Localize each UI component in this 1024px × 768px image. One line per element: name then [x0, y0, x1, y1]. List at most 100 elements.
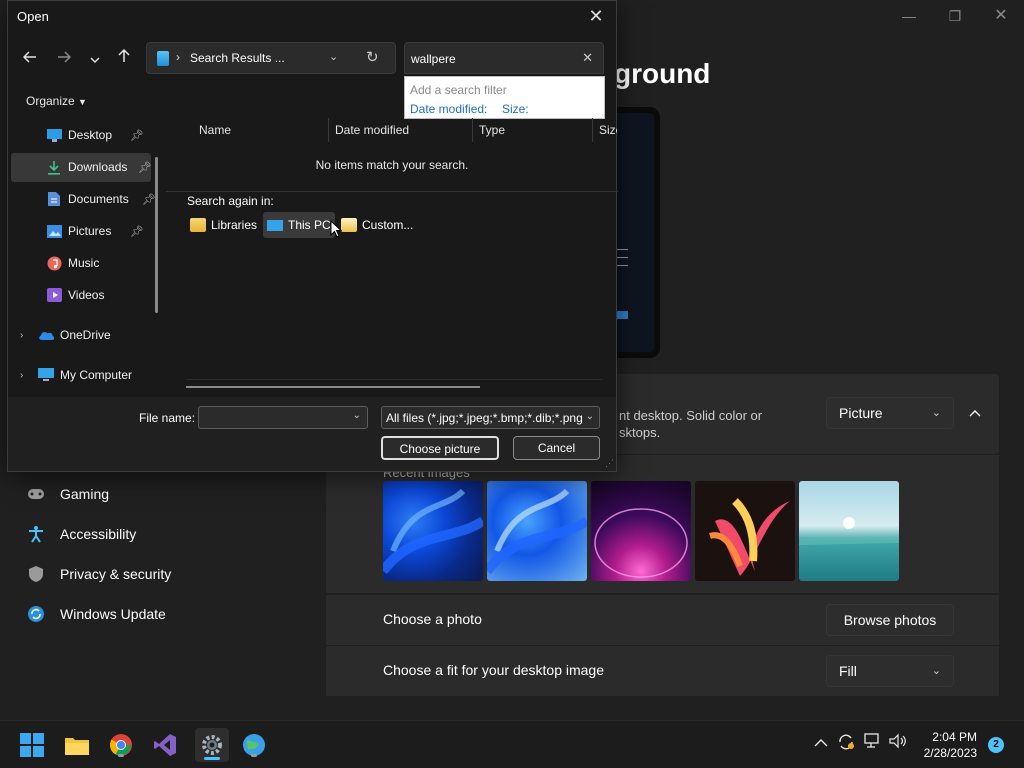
- arrow-up-icon: [118, 48, 130, 62]
- background-type-dropdown[interactable]: Picture ⌄: [826, 397, 954, 429]
- nav-item-windows-update[interactable]: Windows Update: [26, 602, 166, 626]
- browse-photos-button[interactable]: Browse photos: [826, 604, 954, 636]
- search-again-libraries[interactable]: Libraries: [186, 212, 261, 238]
- column-header-name[interactable]: Name: [199, 123, 231, 137]
- recent-image-3[interactable]: [591, 481, 691, 581]
- recent-image-1[interactable]: [383, 481, 483, 581]
- dialog-close-button[interactable]: ✕: [584, 5, 608, 27]
- custom-folder-icon: [341, 218, 357, 232]
- search-box[interactable]: wallpere ✕: [404, 42, 604, 74]
- tree-item-videos[interactable]: Videos: [46, 281, 104, 309]
- accessibility-icon: [26, 524, 46, 544]
- tree-item-downloads[interactable]: Downloads 📌︎: [46, 153, 152, 181]
- cancel-button[interactable]: Cancel: [513, 436, 600, 460]
- search-again-this-pc[interactable]: This PC: [263, 212, 335, 238]
- filter-date-modified[interactable]: Date modified:: [410, 102, 487, 116]
- dialog-title: Open: [17, 9, 49, 24]
- show-hidden-icons-button[interactable]: [814, 735, 828, 751]
- tree-item-music[interactable]: Music: [46, 249, 99, 277]
- computer-icon: [38, 367, 54, 383]
- horizontal-scrollbar-thumb[interactable]: [186, 386, 480, 388]
- clock-date: 2/28/2023: [923, 746, 977, 760]
- settings-icon[interactable]: [195, 728, 229, 762]
- file-name-input[interactable]: ⌄: [198, 406, 368, 429]
- maps-icon[interactable]: [240, 731, 268, 759]
- arrow-left-icon: [22, 51, 36, 63]
- forward-button[interactable]: [52, 49, 76, 69]
- search-again-custom[interactable]: Custom...: [337, 212, 417, 238]
- search-input[interactable]: wallpere: [411, 52, 456, 66]
- recent-image-2[interactable]: [487, 481, 587, 581]
- music-icon: [46, 255, 62, 271]
- tree-item-documents[interactable]: Documents 📌︎: [46, 185, 156, 213]
- refresh-icon[interactable]: ↻: [366, 48, 379, 66]
- clock[interactable]: 2:04 PM 2/28/2023: [924, 729, 977, 761]
- organize-menu[interactable]: Organize ▼: [26, 94, 87, 108]
- notification-badge[interactable]: 2: [988, 737, 1004, 753]
- chevron-down-icon: ⌄: [931, 665, 941, 677]
- breadcrumb-separator: ›: [176, 50, 180, 64]
- tree-item-desktop[interactable]: Desktop 📌︎: [46, 121, 144, 149]
- nav-item-gaming[interactable]: Gaming: [26, 482, 109, 506]
- column-divider[interactable]: [472, 118, 473, 142]
- search-results-icon: [157, 51, 169, 66]
- chrome-icon[interactable]: [107, 731, 135, 759]
- column-header-date-modified[interactable]: Date modified: [335, 123, 409, 137]
- expand-onedrive-icon[interactable]: ›: [20, 330, 23, 341]
- clear-search-icon[interactable]: ✕: [582, 50, 593, 66]
- address-bar[interactable]: › Search Results ... ⌄ ↻: [146, 42, 396, 74]
- maximize-button[interactable]: ❐: [932, 6, 978, 26]
- start-icon[interactable]: [18, 731, 46, 759]
- tree-item-onedrive[interactable]: OneDrive: [38, 321, 111, 349]
- volume-icon[interactable]: [889, 733, 907, 752]
- chevron-down-icon: ⌄: [585, 411, 594, 422]
- address-dropdown-icon[interactable]: ⌄: [329, 50, 338, 63]
- chevron-down-icon[interactable]: ⌄: [353, 410, 361, 421]
- column-header-type[interactable]: Type: [479, 123, 505, 137]
- nav-item-privacy[interactable]: Privacy & security: [26, 562, 171, 586]
- folder-icon: [190, 218, 206, 232]
- expand-my-computer-icon[interactable]: ›: [20, 370, 23, 381]
- fit-dropdown[interactable]: Fill ⌄: [826, 655, 954, 687]
- open-file-dialog: Open ✕ › Search Results ... ⌄ ↻ wallpere…: [7, 0, 618, 472]
- collapse-section-button[interactable]: [962, 400, 988, 426]
- file-explorer-icon[interactable]: [63, 731, 91, 759]
- chevron-down-icon: ⌄: [931, 407, 941, 419]
- page-title: ground: [614, 58, 711, 89]
- minimize-button[interactable]: —: [886, 6, 932, 26]
- search-filter-popup: Add a search filter Date modified: Size:: [404, 76, 605, 119]
- close-button[interactable]: ✕: [978, 6, 1024, 26]
- tree-item-pictures[interactable]: Pictures 📌︎: [46, 217, 144, 245]
- pictures-icon: [46, 223, 62, 239]
- recent-image-5[interactable]: [799, 481, 899, 581]
- up-button[interactable]: [112, 48, 136, 69]
- divider: [166, 191, 618, 192]
- column-header-size[interactable]: Size: [599, 123, 617, 137]
- recent-image-4[interactable]: [695, 481, 795, 581]
- column-divider[interactable]: [328, 118, 329, 142]
- choose-picture-button[interactable]: Choose picture: [381, 436, 499, 460]
- tree-item-my-computer[interactable]: My Computer: [38, 361, 132, 389]
- filter-size[interactable]: Size:: [502, 102, 529, 116]
- recent-locations-button[interactable]: [83, 49, 107, 69]
- gamepad-icon: [26, 484, 46, 504]
- pin-icon: 📌︎: [142, 193, 156, 206]
- nav-item-accessibility[interactable]: Accessibility: [26, 522, 136, 546]
- network-icon[interactable]: [864, 733, 882, 752]
- back-button[interactable]: [18, 49, 42, 69]
- desktop-icon: [46, 127, 62, 143]
- file-name-label: File name:: [139, 411, 196, 425]
- column-divider[interactable]: [592, 118, 593, 142]
- mouse-cursor-icon: [330, 219, 343, 241]
- taskbar: 2:04 PM 2/28/2023 2: [0, 720, 1024, 768]
- pin-icon: 📌︎: [130, 225, 144, 238]
- download-icon: [46, 159, 62, 175]
- resize-grip-icon[interactable]: ⋰: [605, 458, 614, 469]
- tree-scrollbar[interactable]: [155, 157, 158, 313]
- sync-icon[interactable]: [837, 733, 855, 754]
- computer-icon: [267, 219, 283, 231]
- file-type-select[interactable]: All files (*.jpg;*.jpeg;*.bmp;*.dib;*.pn…: [381, 406, 600, 429]
- visual-studio-icon[interactable]: [151, 731, 179, 759]
- chevron-down-icon: [90, 57, 100, 63]
- choose-photo-label: Choose a photo: [383, 611, 482, 627]
